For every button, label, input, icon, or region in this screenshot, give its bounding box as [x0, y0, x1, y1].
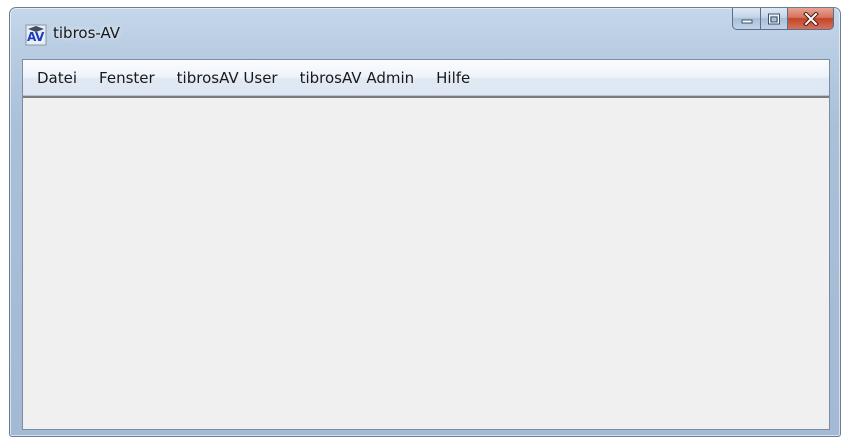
menu-bar: Datei Fenster tibrosAV User tibrosAV Adm…: [23, 60, 829, 96]
close-icon: [802, 11, 819, 26]
menu-item-tibrosav-admin[interactable]: tibrosAV Admin: [289, 60, 426, 96]
close-button[interactable]: [788, 8, 834, 30]
maximize-button[interactable]: [761, 8, 788, 30]
window-title: tibros-AV: [53, 24, 121, 42]
menu-item-fenster[interactable]: Fenster: [88, 60, 166, 96]
menu-item-tibrosav-user[interactable]: tibrosAV User: [166, 60, 289, 96]
mdi-client-area[interactable]: [23, 96, 829, 429]
maximize-icon: [768, 13, 780, 24]
app-window: A V tibros-AV Datei Fenster tibrosAV Use…: [9, 7, 841, 437]
window-content-frame: Datei Fenster tibrosAV User tibrosAV Adm…: [22, 59, 830, 430]
menu-item-hilfe[interactable]: Hilfe: [425, 60, 481, 96]
minimize-button[interactable]: [732, 8, 761, 30]
minimize-icon: [741, 19, 752, 23]
tibros-av-app-icon[interactable]: A V: [25, 24, 47, 46]
title-bar[interactable]: A V tibros-AV: [10, 8, 840, 54]
menu-item-datei[interactable]: Datei: [26, 60, 88, 96]
svg-text:V: V: [35, 30, 45, 44]
window-controls: [732, 8, 834, 30]
